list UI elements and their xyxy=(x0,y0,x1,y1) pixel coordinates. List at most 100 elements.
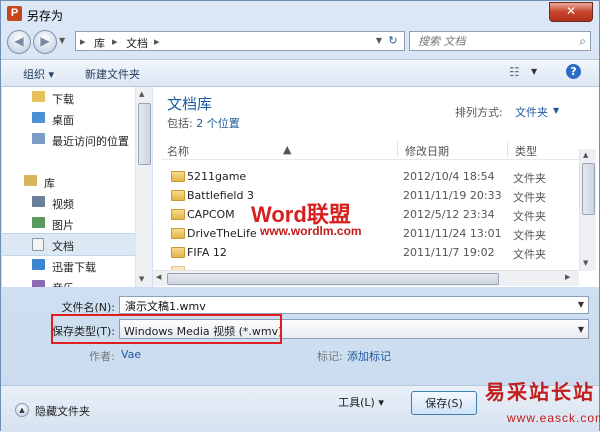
author-field[interactable]: Vae xyxy=(121,348,141,361)
filename-dropdown-icon[interactable]: ▼ xyxy=(578,300,584,309)
sidebar-item-recent-places[interactable]: 最近访问的位置 xyxy=(2,129,135,150)
title-bar[interactable]: P 另存为 ✕ xyxy=(1,1,599,27)
breadcrumb-chevron-icon[interactable]: ▸ xyxy=(112,35,118,48)
file-name: FIFA 12 xyxy=(187,246,227,259)
address-bar[interactable]: ▸ 库 ▸ 文档 ▸ ▼ ↻ xyxy=(75,31,405,51)
file-date: 2011/11/7 19:02 xyxy=(403,246,495,259)
sidebar-item-label: 文档 xyxy=(52,240,74,253)
file-type: 文件夹 xyxy=(513,210,546,223)
folder-icon xyxy=(171,190,185,201)
new-folder-button[interactable]: 新建文件夹 xyxy=(85,66,140,82)
arrange-by-dropdown[interactable]: 文件夹 xyxy=(515,104,548,120)
search-box[interactable]: ⌕ xyxy=(409,31,591,51)
address-dropdown-icon[interactable]: ▼ xyxy=(376,36,382,45)
file-date: 2011/11/24 13:01 xyxy=(403,227,502,240)
sidebar-item-downloads[interactable]: 下载 xyxy=(2,87,135,108)
sidebar-item-music[interactable]: 音乐 xyxy=(2,276,135,287)
scroll-up-icon[interactable]: ▲ xyxy=(583,151,588,159)
scroll-down-icon[interactable]: ▼ xyxy=(139,275,144,283)
scrollbar-thumb[interactable] xyxy=(582,163,595,215)
hide-folders-button[interactable]: 隐藏文件夹 xyxy=(35,403,90,419)
breadcrumb-documents[interactable]: 文档 xyxy=(126,35,148,51)
file-date: 2011/11/19 20:33 xyxy=(403,189,502,202)
view-dropdown-icon[interactable]: ▼ xyxy=(531,67,537,76)
search-icon[interactable]: ⌕ xyxy=(579,34,586,49)
forward-button[interactable]: ▶ xyxy=(33,30,57,54)
file-name: Battlefield 3 xyxy=(187,189,254,202)
tools-menu-button[interactable]: 工具(L) ▾ xyxy=(327,392,395,414)
scrollbar-thumb[interactable] xyxy=(167,273,499,285)
sidebar-item-libraries[interactable]: 库 xyxy=(2,171,135,192)
easck-brand-url: www.easck.com xyxy=(507,411,600,425)
table-row[interactable]: Battlefield 3 2011/11/19 20:33 文件夹 xyxy=(161,186,581,205)
table-row[interactable]: DriveTheLife 2011/11/24 13:01 文件夹 xyxy=(161,224,581,243)
back-button[interactable]: ◀ xyxy=(7,30,31,54)
refresh-icon[interactable]: ↻ xyxy=(385,34,401,48)
file-date: 2012/10/4 18:54 xyxy=(403,170,495,183)
table-row[interactable]: 5211game 2012/10/4 18:54 文件夹 xyxy=(161,167,581,186)
arrange-by-label: 排列方式: xyxy=(455,106,503,119)
column-header-date[interactable]: 修改日期 xyxy=(405,143,449,159)
includes-locations-link[interactable]: 2 个位置 xyxy=(196,117,240,130)
tags-label: 标记: xyxy=(317,350,343,363)
library-includes: 包括: 2 个位置 xyxy=(167,115,240,131)
table-row[interactable]: FIFA 12 2011/11/7 19:02 文件夹 xyxy=(161,243,581,262)
sort-ascending-icon: ▲ xyxy=(283,143,292,156)
scroll-right-icon[interactable]: ▶ xyxy=(565,273,570,281)
close-button[interactable]: ✕ xyxy=(549,2,593,22)
sidebar-item-documents[interactable]: 文档 xyxy=(2,233,135,256)
save-button[interactable]: 保存(S) xyxy=(411,391,477,415)
powerpoint-icon: P xyxy=(7,6,22,21)
tags-field[interactable]: 添加标记 xyxy=(347,348,391,364)
file-type: 文件夹 xyxy=(513,191,546,204)
sidebar-item-desktop[interactable]: 桌面 xyxy=(2,108,135,129)
filename-combobox[interactable]: ▼ xyxy=(119,296,589,314)
column-header-type[interactable]: 类型 xyxy=(515,143,537,159)
breadcrumb-library[interactable]: 库 xyxy=(94,35,105,51)
column-divider[interactable] xyxy=(507,141,508,157)
navigation-scrollbar[interactable]: ▲ ▼ xyxy=(135,87,152,287)
sidebar-item-label: 下载 xyxy=(52,93,74,106)
file-list-horizontal-scrollbar[interactable]: ◀ ▶ xyxy=(153,270,579,286)
collapse-folders-icon[interactable]: ▲ xyxy=(15,403,29,417)
video-library-icon xyxy=(32,196,45,207)
file-list-pane: 文档库 包括: 2 个位置 排列方式: 文件夹 ▼ ▲ 名称 修改日期 类型 5… xyxy=(153,87,599,287)
sidebar-item-xunlei[interactable]: 迅雷下载 xyxy=(2,255,135,276)
navigation-pane: 下载 桌面 最近访问的位置 库 视频 图片 文档 迅雷下载 xyxy=(2,87,135,287)
scrollbar-thumb[interactable] xyxy=(138,103,151,165)
xunlei-download-icon xyxy=(32,259,45,270)
recent-pages-dropdown-icon[interactable]: ▼ xyxy=(59,36,65,45)
filetype-dropdown-icon[interactable]: ▼ xyxy=(578,325,584,334)
includes-label: 包括: xyxy=(167,117,193,130)
sidebar-item-videos[interactable]: 视频 xyxy=(2,192,135,213)
scroll-up-icon[interactable]: ▲ xyxy=(139,90,144,98)
column-header-name[interactable]: 名称 xyxy=(167,143,189,159)
save-as-dialog: P 另存为 ✕ ◀ ▶ ▼ ▸ 库 ▸ 文档 ▸ ▼ ↻ ⌕ 组织 ▾ 新建文件… xyxy=(0,0,600,432)
sidebar-item-label: 最近访问的位置 xyxy=(52,135,129,148)
sidebar-item-label: 视频 xyxy=(52,198,74,211)
library-icon xyxy=(24,175,37,186)
music-library-icon xyxy=(32,280,45,287)
forward-arrow-icon: ▶ xyxy=(40,34,50,48)
table-row[interactable]: CAPCOM 2012/5/12 23:34 文件夹 xyxy=(161,205,581,224)
arrange-dropdown-icon[interactable]: ▼ xyxy=(553,106,559,115)
file-list-vertical-scrollbar[interactable]: ▲ ▼ xyxy=(579,149,596,271)
scroll-down-icon[interactable]: ▼ xyxy=(583,259,588,267)
scroll-left-icon[interactable]: ◀ xyxy=(156,273,161,281)
column-header-row: ▲ 名称 修改日期 类型 xyxy=(161,139,593,160)
help-icon[interactable]: ? xyxy=(566,64,581,79)
address-root-chevron-icon[interactable]: ▸ xyxy=(80,35,86,48)
filename-field[interactable] xyxy=(123,298,567,313)
command-bar: 组织 ▾ 新建文件夹 ☷ ▼ ? xyxy=(1,59,599,87)
column-divider[interactable] xyxy=(397,141,398,157)
easck-brand-logo: 易采站长站 xyxy=(485,380,595,404)
organize-menu[interactable]: 组织 ▾ xyxy=(23,66,54,82)
breadcrumb-chevron-icon[interactable]: ▸ xyxy=(154,35,160,48)
sidebar-item-label: 迅雷下载 xyxy=(52,261,96,274)
sidebar-item-pictures[interactable]: 图片 xyxy=(2,213,135,234)
search-input[interactable] xyxy=(416,34,570,49)
window-title: 另存为 xyxy=(27,9,64,23)
highlight-annotation-box xyxy=(51,314,282,344)
file-type: 文件夹 xyxy=(513,229,546,242)
change-view-icon[interactable]: ☷ xyxy=(509,65,520,79)
